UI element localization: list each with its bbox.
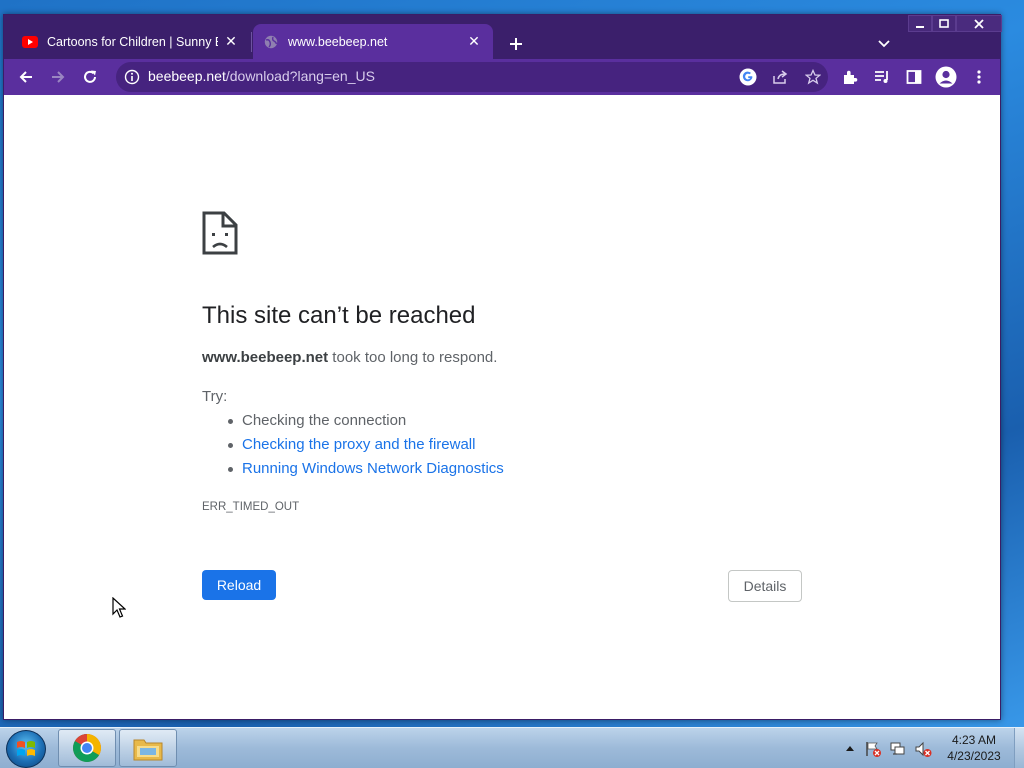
- page-title: This site can’t be reached: [202, 302, 476, 329]
- taskbar-file-explorer[interactable]: [119, 729, 177, 767]
- info-icon[interactable]: [122, 67, 142, 87]
- share-icon[interactable]: [769, 67, 791, 87]
- arrow-right-icon: [52, 71, 65, 83]
- close-icon: [974, 18, 984, 29]
- mouse-cursor-icon: [112, 597, 126, 618]
- back-button[interactable]: [12, 63, 40, 91]
- error-page: This site can’t be reached www.beebeep.n…: [4, 95, 1000, 719]
- minimize-button[interactable]: [908, 15, 932, 32]
- start-button[interactable]: [6, 730, 46, 768]
- suggestion-list: Checking the connection Checking the pro…: [226, 412, 504, 484]
- error-host: www.beebeep.net: [202, 349, 329, 366]
- refresh-icon: [84, 70, 96, 83]
- taskbar-chrome[interactable]: [58, 729, 116, 767]
- tab-strip: Cartoons for Children | Sunny Bu ✕ www.b…: [4, 15, 1002, 59]
- action-center-flag-icon[interactable]: [864, 740, 882, 758]
- taskbar: 4:23 AM 4/23/2023: [0, 727, 1024, 768]
- chrome-icon: [73, 734, 101, 762]
- arrow-left-icon: [19, 71, 32, 83]
- close-icon[interactable]: ✕: [222, 33, 240, 51]
- tab-beebeep[interactable]: www.beebeep.net ✕: [253, 24, 493, 59]
- globe-icon: [263, 34, 279, 50]
- chevron-down-icon: [878, 40, 890, 48]
- volume-muted-icon[interactable]: [914, 740, 932, 758]
- reload-button[interactable]: Reload: [202, 570, 276, 600]
- menu-dots-icon[interactable]: [967, 65, 991, 89]
- bookmark-star-icon[interactable]: [802, 67, 824, 87]
- tab-divider: [251, 32, 252, 52]
- address-bar[interactable]: beebeep.net/download?lang=en_US: [116, 62, 828, 92]
- try-label: Try:: [202, 388, 228, 405]
- browser-window: Cartoons for Children | Sunny Bu ✕ www.b…: [3, 14, 1002, 720]
- media-queue-icon[interactable]: [870, 65, 894, 89]
- chevron-up-icon[interactable]: [844, 740, 856, 758]
- show-desktop-button[interactable]: [1014, 728, 1024, 768]
- plus-icon: [510, 38, 522, 50]
- close-icon[interactable]: ✕: [465, 33, 483, 51]
- maximize-button[interactable]: [932, 15, 956, 32]
- url-path: /download?lang=en_US: [225, 68, 375, 84]
- reload-button[interactable]: [76, 63, 104, 91]
- url-host: beebeep.net: [148, 68, 226, 84]
- close-window-button[interactable]: [956, 15, 1002, 32]
- tab-title: www.beebeep.net: [288, 34, 388, 49]
- suggestion-check-proxy-link[interactable]: Checking the proxy and the firewall: [226, 436, 504, 460]
- minimize-icon: [916, 25, 924, 28]
- extensions-icon[interactable]: [838, 65, 862, 89]
- error-summary: www.beebeep.net took too long to respond…: [202, 349, 497, 366]
- windows-logo-icon: [17, 741, 35, 756]
- suggestion-check-connection: Checking the connection: [226, 412, 504, 436]
- forward-button[interactable]: [44, 63, 72, 91]
- maximize-icon: [939, 18, 949, 28]
- tab-title: Cartoons for Children | Sunny Bu: [47, 34, 218, 49]
- url-text[interactable]: beebeep.net/download?lang=en_US: [148, 68, 375, 84]
- side-panel-icon[interactable]: [902, 65, 926, 89]
- tab-search-button[interactable]: [872, 32, 896, 56]
- system-tray: 4:23 AM 4/23/2023: [840, 728, 1024, 768]
- google-lens-icon[interactable]: [737, 67, 759, 87]
- file-explorer-icon: [133, 739, 163, 761]
- network-icon[interactable]: [889, 740, 907, 758]
- clock-time: 4:23 AM: [951, 733, 997, 747]
- error-code: ERR_TIMED_OUT: [202, 501, 300, 513]
- new-tab-button[interactable]: [502, 30, 530, 58]
- browser-toolbar: beebeep.net/download?lang=en_US: [4, 59, 1000, 95]
- tab-cartoons[interactable]: Cartoons for Children | Sunny Bu ✕: [12, 24, 250, 59]
- clock-date: 4/23/2023: [947, 749, 1001, 763]
- youtube-icon: [22, 34, 38, 50]
- error-summary-text: took too long to respond.: [328, 349, 498, 366]
- profile-avatar-icon[interactable]: [934, 65, 958, 89]
- suggestion-network-diagnostics-link[interactable]: Running Windows Network Diagnostics: [226, 460, 504, 484]
- details-button[interactable]: Details: [728, 570, 802, 602]
- sad-document-icon: [202, 211, 238, 255]
- taskbar-clock[interactable]: 4:23 AM 4/23/2023: [944, 732, 1004, 764]
